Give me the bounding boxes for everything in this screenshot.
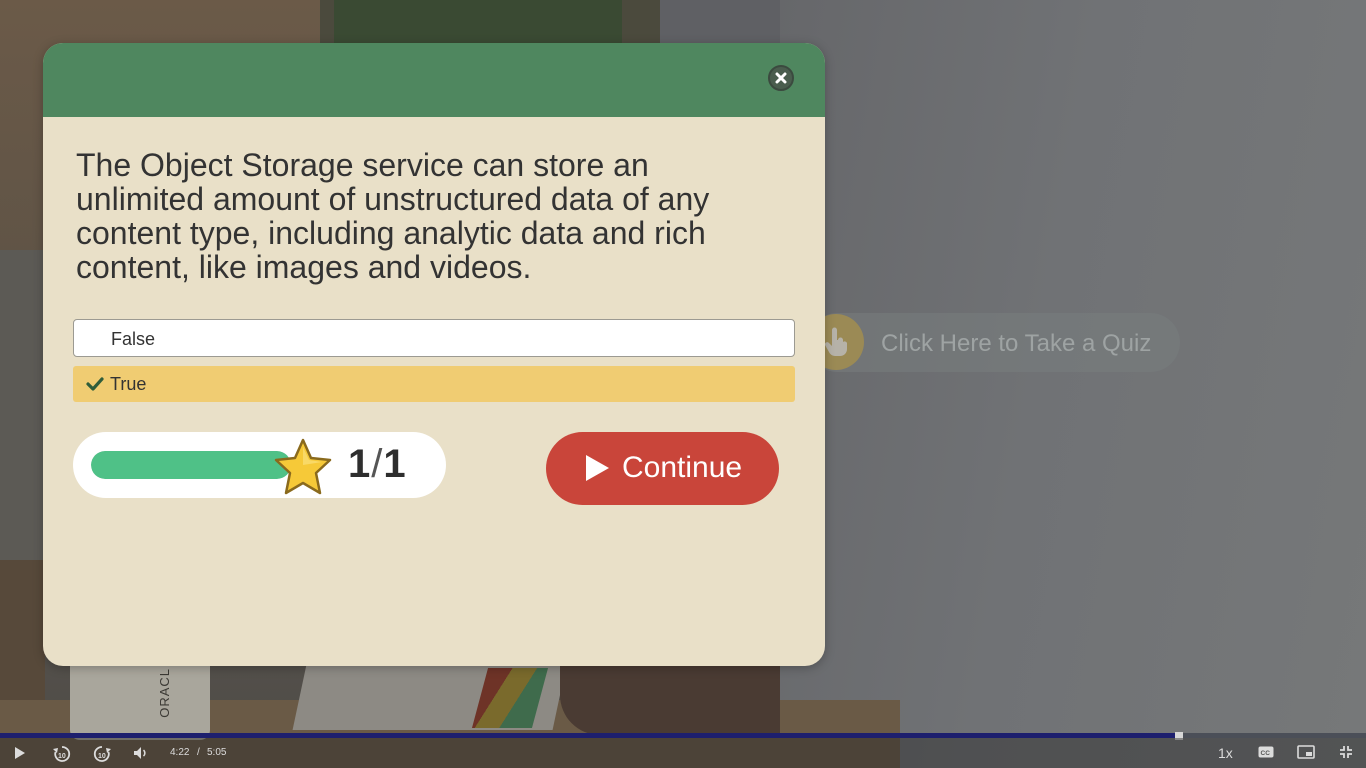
take-quiz-button[interactable]: Click Here to Take a Quiz (808, 313, 1180, 372)
playback-speed-button[interactable]: 1x (1218, 745, 1233, 761)
progress-separator: / (371, 442, 384, 486)
bg-picture (334, 0, 622, 46)
rewind-10-icon: 10 (53, 746, 71, 762)
svg-text:10: 10 (98, 753, 106, 760)
volume-button[interactable] (133, 745, 149, 761)
forward-10-button[interactable]: 10 (92, 745, 112, 762)
picture-in-picture-icon (1297, 745, 1315, 759)
quiz-progress: 1/1 (73, 432, 446, 498)
progress-current: 1 (348, 442, 372, 486)
captions-button[interactable]: CC (1258, 745, 1274, 761)
answer-option-false[interactable]: False (73, 319, 795, 357)
bg-arm (560, 660, 780, 735)
star-icon (274, 438, 332, 495)
check-icon (86, 377, 104, 391)
mug-text: ORACL (157, 668, 172, 718)
bg-mug (70, 660, 210, 740)
forward-10-icon: 10 (93, 746, 111, 762)
exit-fullscreen-icon (1340, 746, 1352, 758)
progress-bar (91, 451, 291, 479)
continue-button[interactable]: Continue (546, 432, 779, 505)
play-button[interactable] (13, 745, 27, 761)
take-quiz-label: Click Here to Take a Quiz (881, 330, 1152, 357)
bg-shelf-upper (0, 250, 44, 580)
modal-header (43, 43, 825, 117)
rewind-10-button[interactable]: 10 (52, 745, 72, 762)
question-text: The Object Storage service can store an … (76, 147, 710, 285)
answer-option-true[interactable]: True (73, 366, 795, 402)
volume-icon (134, 747, 146, 759)
duration: 5:05 (207, 747, 227, 758)
current-time: 4:22 (170, 747, 190, 758)
player-controls: 10 10 4:22 / 5:05 1x CC (0, 738, 1366, 768)
close-icon (775, 72, 787, 84)
play-icon (15, 747, 25, 759)
time-separator: / (197, 747, 200, 758)
svg-text:10: 10 (58, 753, 66, 760)
picture-in-picture-button[interactable] (1297, 745, 1315, 761)
progress-bar-fill (91, 451, 291, 479)
quiz-modal: The Object Storage service can store an … (43, 43, 825, 666)
exit-fullscreen-button[interactable] (1339, 745, 1353, 761)
answer-label: True (110, 374, 147, 394)
progress-count: 1/1 (348, 442, 407, 487)
bg-wall-right (776, 0, 1366, 768)
progress-total: 1 (383, 442, 407, 486)
svg-text:CC: CC (1261, 750, 1271, 757)
close-button[interactable] (768, 65, 794, 91)
continue-label: Continue (622, 451, 743, 484)
captions-icon: CC (1258, 746, 1274, 758)
play-icon (586, 455, 609, 481)
answer-label: False (111, 329, 156, 349)
